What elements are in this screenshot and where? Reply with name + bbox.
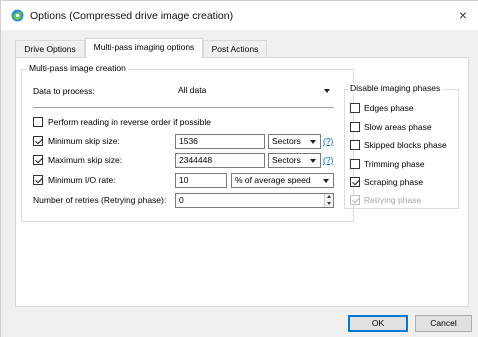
close-button[interactable]: × xyxy=(451,5,475,25)
tab-panel-multi-pass: Multi-pass image creation Data to proces… xyxy=(15,57,469,307)
max-skip-help-link[interactable]: (?) xyxy=(323,155,333,165)
min-skip-unit-select[interactable]: Sectors xyxy=(268,134,321,149)
max-skip-unit-select[interactable]: Sectors xyxy=(268,153,321,168)
retries-label: Number of retries (Retrying phase): xyxy=(33,195,167,205)
min-io-input[interactable]: 10 xyxy=(175,173,227,188)
retries-spinner[interactable] xyxy=(324,194,333,207)
min-io-unit-value: % of average speed xyxy=(235,175,311,185)
data-to-process-select[interactable]: All data xyxy=(175,84,334,99)
retrying-phase-label: Retrying phase xyxy=(364,195,422,205)
slow-areas-phase-label: Slow areas phase xyxy=(364,122,432,132)
divider xyxy=(33,107,334,108)
cancel-button[interactable]: Cancel xyxy=(415,315,472,332)
title-bar: Options (Compressed drive image creation… xyxy=(1,1,478,30)
disable-phases-group-title: Disable imaging phases xyxy=(348,83,443,93)
window-title: Options (Compressed drive image creation… xyxy=(30,10,234,22)
multi-pass-group-title: Multi-pass image creation xyxy=(27,63,128,73)
reverse-order-checkbox[interactable] xyxy=(33,117,43,127)
data-to-process-value: All data xyxy=(178,85,207,95)
max-skip-unit-value: Sectors xyxy=(272,155,301,165)
reverse-order-label: Perform reading in reverse order if poss… xyxy=(48,117,211,127)
min-io-label: Minimum I/O rate: xyxy=(48,175,116,185)
trimming-phase-checkbox[interactable] xyxy=(350,159,360,169)
chevron-down-icon xyxy=(324,89,330,93)
skipped-blocks-phase-label: Skipped blocks phase xyxy=(364,140,447,150)
slow-areas-phase-checkbox[interactable] xyxy=(350,122,360,132)
scraping-phase-checkbox[interactable] xyxy=(350,177,360,187)
tab-label: Multi-pass imaging options xyxy=(93,42,195,52)
max-skip-checkbox[interactable] xyxy=(33,155,43,165)
max-skip-label: Maximum skip size: xyxy=(48,155,123,165)
edges-phase-checkbox[interactable] xyxy=(350,103,360,113)
trimming-phase-label: Trimming phase xyxy=(364,159,425,169)
min-skip-checkbox[interactable] xyxy=(33,136,43,146)
tab-label: Drive Options xyxy=(24,44,76,54)
options-dialog: Options (Compressed drive image creation… xyxy=(0,0,478,337)
skipped-blocks-phase-checkbox[interactable] xyxy=(350,140,360,150)
spin-up-icon xyxy=(327,195,331,198)
retries-input[interactable]: 0 xyxy=(175,193,334,208)
tab-label: Post Actions xyxy=(211,44,259,54)
spin-down-icon xyxy=(327,202,331,205)
min-skip-unit-value: Sectors xyxy=(272,136,301,146)
tab-drive-options[interactable]: Drive Options xyxy=(15,40,85,58)
edges-phase-label: Edges phase xyxy=(364,103,414,113)
scraping-phase-label: Scraping phase xyxy=(364,177,424,187)
app-icon xyxy=(11,9,24,22)
ok-button[interactable]: OK xyxy=(348,315,408,332)
close-icon: × xyxy=(458,7,468,23)
data-to-process-label: Data to process: xyxy=(33,86,95,96)
chevron-down-icon xyxy=(310,159,316,163)
min-io-unit-select[interactable]: % of average speed xyxy=(231,173,334,188)
retrying-phase-checkbox xyxy=(350,195,360,205)
min-skip-input[interactable]: 1536 xyxy=(175,134,265,149)
chevron-down-icon xyxy=(323,179,329,183)
retries-value: 0 xyxy=(179,195,184,205)
tab-multi-pass-imaging-options[interactable]: Multi-pass imaging options xyxy=(85,38,203,59)
min-skip-help-link[interactable]: (?) xyxy=(323,136,333,146)
chevron-down-icon xyxy=(310,140,316,144)
max-skip-input[interactable]: 2344448 xyxy=(175,153,265,168)
min-io-checkbox[interactable] xyxy=(33,175,43,185)
tab-post-actions[interactable]: Post Actions xyxy=(203,40,267,58)
min-skip-label: Minimum skip size: xyxy=(48,136,120,146)
